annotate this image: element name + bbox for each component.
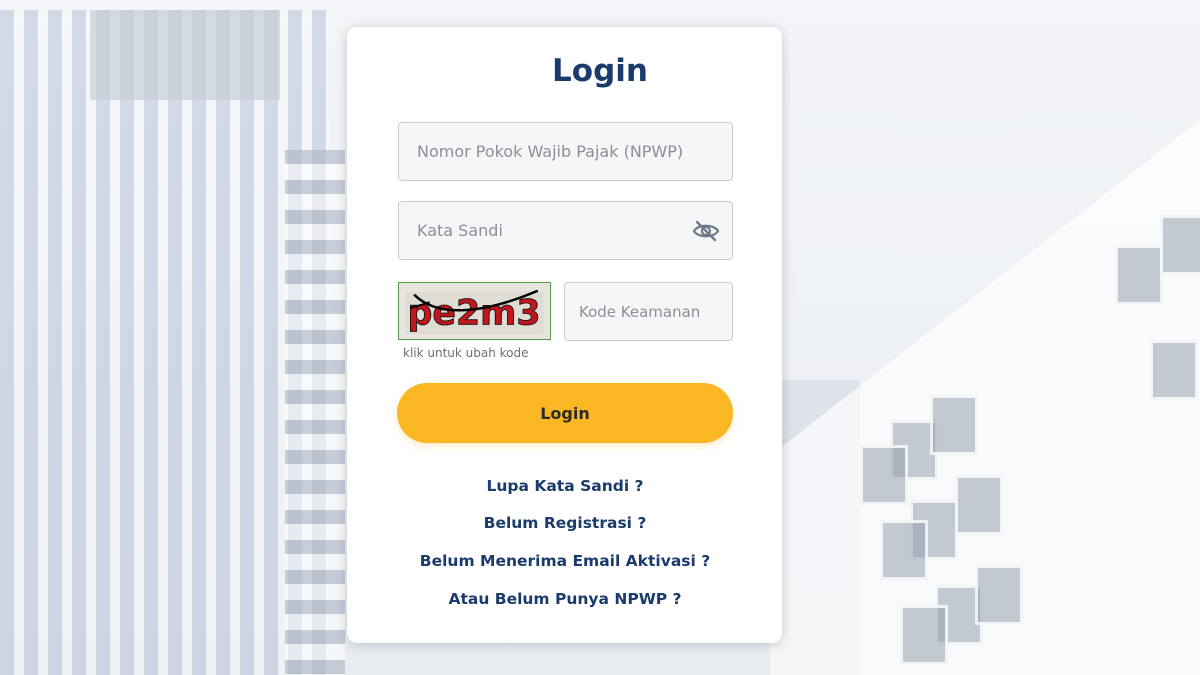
eye-slash-icon[interactable] [692, 219, 720, 243]
npwp-field[interactable] [398, 122, 733, 181]
background-window [1115, 245, 1163, 305]
background-window [1160, 215, 1200, 275]
register-link[interactable]: Belum Registrasi ? [348, 515, 782, 532]
security-code-input[interactable] [565, 283, 732, 340]
background-tower [0, 10, 330, 675]
background-window [930, 395, 978, 455]
forgot-password-link[interactable]: Lupa Kata Sandi ? [348, 478, 782, 495]
captcha-image[interactable]: pe2m3 [398, 282, 551, 340]
security-code-field[interactable] [564, 282, 733, 341]
login-button[interactable]: Login [397, 383, 733, 443]
captcha-text: pe2m3 [408, 294, 541, 334]
npwp-input[interactable] [399, 123, 732, 180]
background-window [900, 605, 948, 665]
background-tower-side [285, 150, 345, 675]
background-window [1150, 340, 1198, 400]
password-input[interactable] [399, 202, 732, 259]
background-window [880, 520, 928, 580]
activation-email-link[interactable]: Belum Menerima Email Aktivasi ? [348, 553, 782, 570]
background-window [860, 445, 908, 505]
page-title: Login [552, 53, 648, 89]
background-window [955, 475, 1003, 535]
password-field[interactable] [398, 201, 733, 260]
background-window [975, 565, 1023, 625]
captcha-hint: klik untuk ubah kode [403, 346, 529, 360]
no-npwp-link[interactable]: Atau Belum Punya NPWP ? [348, 591, 782, 608]
